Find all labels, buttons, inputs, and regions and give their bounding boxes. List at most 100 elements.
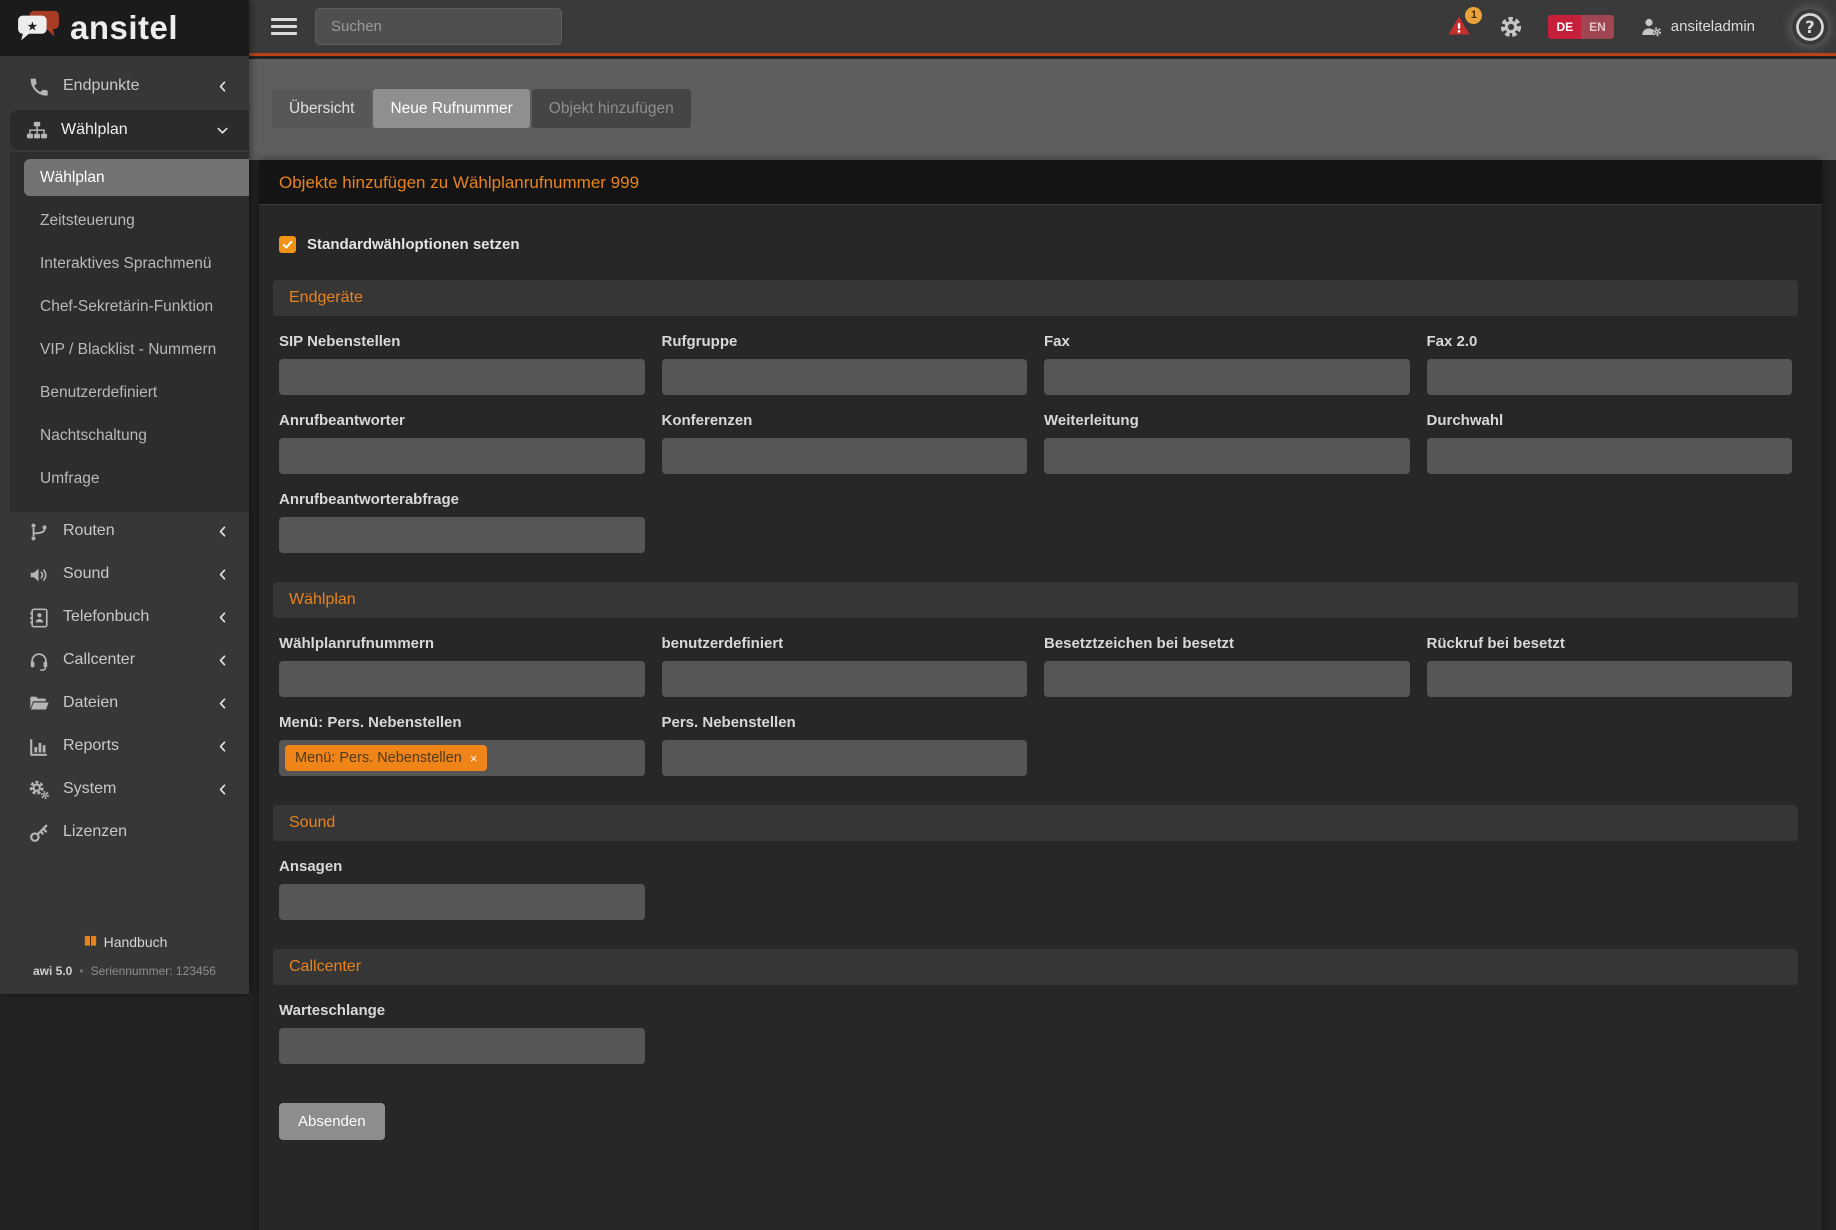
sidebar-item-label: Endpunkte: [63, 77, 140, 95]
sidebar-item-sound[interactable]: Sound: [0, 555, 249, 593]
submenu-item-waehlplan[interactable]: Wählplan: [24, 159, 249, 196]
sidebar-item-endpunkte[interactable]: Endpunkte: [0, 67, 249, 105]
sidebar-item-reports[interactable]: Reports: [0, 727, 249, 765]
field-label: Warteschlange: [279, 1002, 645, 1019]
sidebar-item-waehlplan[interactable]: Wählplan: [10, 110, 249, 150]
warteschlange-input[interactable]: [279, 1028, 645, 1064]
ansagen-input[interactable]: [279, 884, 645, 920]
field-label: Fax: [1044, 333, 1410, 350]
user-menu[interactable]: ansiteladmin: [1639, 15, 1755, 39]
sip-nebenstellen-input[interactable]: [279, 359, 645, 395]
sidebar-item-lizenzen[interactable]: Lizenzen: [0, 813, 249, 851]
field-pers-nebenstellen: Pers. Nebenstellen: [662, 697, 1028, 776]
lang-de[interactable]: DE: [1548, 15, 1581, 39]
chip-remove-icon[interactable]: ×: [470, 751, 478, 766]
branch-icon: [28, 521, 50, 541]
version-number: awi 5.0: [33, 964, 72, 978]
submenu-item-vip-blacklist[interactable]: VIP / Blacklist - Nummern: [10, 331, 249, 368]
field-label: Rückruf bei besetzt: [1427, 635, 1793, 652]
sidebar-item-telefonbuch[interactable]: Telefonbuch: [0, 598, 249, 636]
app-logo[interactable]: ★ ansitel: [0, 0, 249, 56]
field-label: Menü: Pers. Nebenstellen: [279, 714, 645, 731]
alerts-button[interactable]: 1: [1446, 14, 1474, 40]
tab-uebersicht[interactable]: Übersicht: [272, 89, 371, 128]
field-label: Anrufbeantworterabfrage: [279, 491, 645, 508]
tab-objekt-hinzufuegen[interactable]: Objekt hinzufügen: [532, 89, 691, 128]
svg-text:?: ?: [1805, 17, 1815, 36]
submenu-item-chef-sekretaerin[interactable]: Chef-Sekretärin-Funktion: [10, 288, 249, 325]
chart-column-icon: [28, 736, 50, 756]
field-warteschlange: Warteschlange: [279, 985, 645, 1064]
field-ansagen: Ansagen: [279, 841, 645, 920]
anrufbeantworter-input[interactable]: [279, 438, 645, 474]
besetztzeichen-input[interactable]: [1044, 661, 1410, 697]
field-sip-nebenstellen: SIP Nebenstellen: [279, 316, 645, 395]
pers-nebenstellen-input[interactable]: [662, 740, 1028, 776]
settings-gear-icon[interactable]: [1499, 15, 1523, 39]
waehlplan-submenu: Wählplan Zeitsteuerung Interaktives Spra…: [10, 152, 249, 512]
fax-input[interactable]: [1044, 359, 1410, 395]
sidebar-item-label: Routen: [63, 522, 115, 540]
chevron-left-icon: [216, 80, 229, 93]
key-icon: [28, 822, 50, 842]
rueckruf-input[interactable]: [1427, 661, 1793, 697]
sidebar-item-dateien[interactable]: Dateien: [0, 684, 249, 722]
submenu-item-nachtschaltung[interactable]: Nachtschaltung: [10, 417, 249, 454]
field-label: Besetztzeichen bei besetzt: [1044, 635, 1410, 652]
manual-label: Handbuch: [104, 934, 168, 950]
field-menue-pers-nebenstellen: Menü: Pers. Nebenstellen Menü: Pers. Neb…: [279, 697, 645, 776]
cogs-icon: [28, 779, 50, 799]
benutzerdefiniert-input[interactable]: [662, 661, 1028, 697]
chevron-left-icon: [216, 611, 229, 624]
section-header-endgeraete: Endgeräte: [273, 280, 1798, 316]
help-button[interactable]: ?: [1792, 9, 1828, 45]
headset-icon: [28, 650, 50, 670]
submenu-item-zeitsteuerung[interactable]: Zeitsteuerung: [10, 202, 249, 239]
anrufbeantworterabfrage-input[interactable]: [279, 517, 645, 553]
field-fax-2-0: Fax 2.0: [1427, 316, 1793, 395]
field-konferenzen: Konferenzen: [662, 395, 1028, 474]
language-switcher[interactable]: DE EN: [1548, 15, 1613, 39]
content-header-strip: Übersicht Neue Rufnummer Objekt hinzufüg…: [249, 59, 1836, 160]
field-rueckruf: Rückruf bei besetzt: [1427, 618, 1793, 697]
sidebar-item-routen[interactable]: Routen: [0, 512, 249, 550]
default-dial-options-row: Standardwähloptionen setzen: [279, 236, 1792, 253]
konferenzen-input[interactable]: [662, 438, 1028, 474]
field-fax: Fax: [1044, 316, 1410, 395]
sidebar-item-label: Callcenter: [63, 651, 135, 669]
sitemap-icon: [26, 120, 48, 140]
checkbox-label: Standardwähloptionen setzen: [307, 236, 520, 253]
field-label: SIP Nebenstellen: [279, 333, 645, 350]
logo-text: ansitel: [70, 9, 178, 47]
durchwahl-input[interactable]: [1427, 438, 1793, 474]
serial-number: Seriennummer: 123456: [91, 964, 216, 978]
search-input[interactable]: [315, 8, 562, 45]
field-label: Wählplanrufnummern: [279, 635, 645, 652]
section-sound-fields: Ansagen: [279, 841, 1792, 920]
menue-pers-nebenstellen-input[interactable]: Menü: Pers. Nebenstellen ×: [279, 740, 645, 776]
default-dial-options-checkbox[interactable]: [279, 236, 296, 253]
sidebar-item-system[interactable]: System: [0, 770, 249, 808]
field-weiterleitung: Weiterleitung: [1044, 395, 1410, 474]
submit-button[interactable]: Absenden: [279, 1103, 385, 1140]
sidebar-nav: Endpunkte Wählplan Wählplan Zeitsteuerun…: [0, 56, 249, 851]
sidebar-item-label: Wählplan: [61, 121, 128, 139]
submenu-item-umfrage[interactable]: Umfrage: [10, 460, 249, 497]
address-book-icon: [28, 607, 50, 627]
check-icon: [281, 238, 294, 251]
sidebar-item-callcenter[interactable]: Callcenter: [0, 641, 249, 679]
panel-title: Objekte hinzufügen zu Wählplanrufnummer …: [259, 160, 1822, 205]
waehlplanrufnummern-input[interactable]: [279, 661, 645, 697]
tab-neue-rufnummer[interactable]: Neue Rufnummer: [373, 89, 529, 128]
phone-icon: [28, 76, 50, 96]
field-label: benutzerdefiniert: [662, 635, 1028, 652]
weiterleitung-input[interactable]: [1044, 438, 1410, 474]
field-waehlplanrufnummern: Wählplanrufnummern: [279, 618, 645, 697]
manual-link[interactable]: Handbuch: [82, 933, 168, 950]
fax-2-0-input[interactable]: [1427, 359, 1793, 395]
submenu-item-benutzerdefiniert[interactable]: Benutzerdefiniert: [10, 374, 249, 411]
rufgruppe-input[interactable]: [662, 359, 1028, 395]
lang-en[interactable]: EN: [1581, 15, 1614, 39]
submenu-item-sprachmenue[interactable]: Interaktives Sprachmenü: [10, 245, 249, 282]
hamburger-menu-icon[interactable]: [271, 18, 297, 35]
